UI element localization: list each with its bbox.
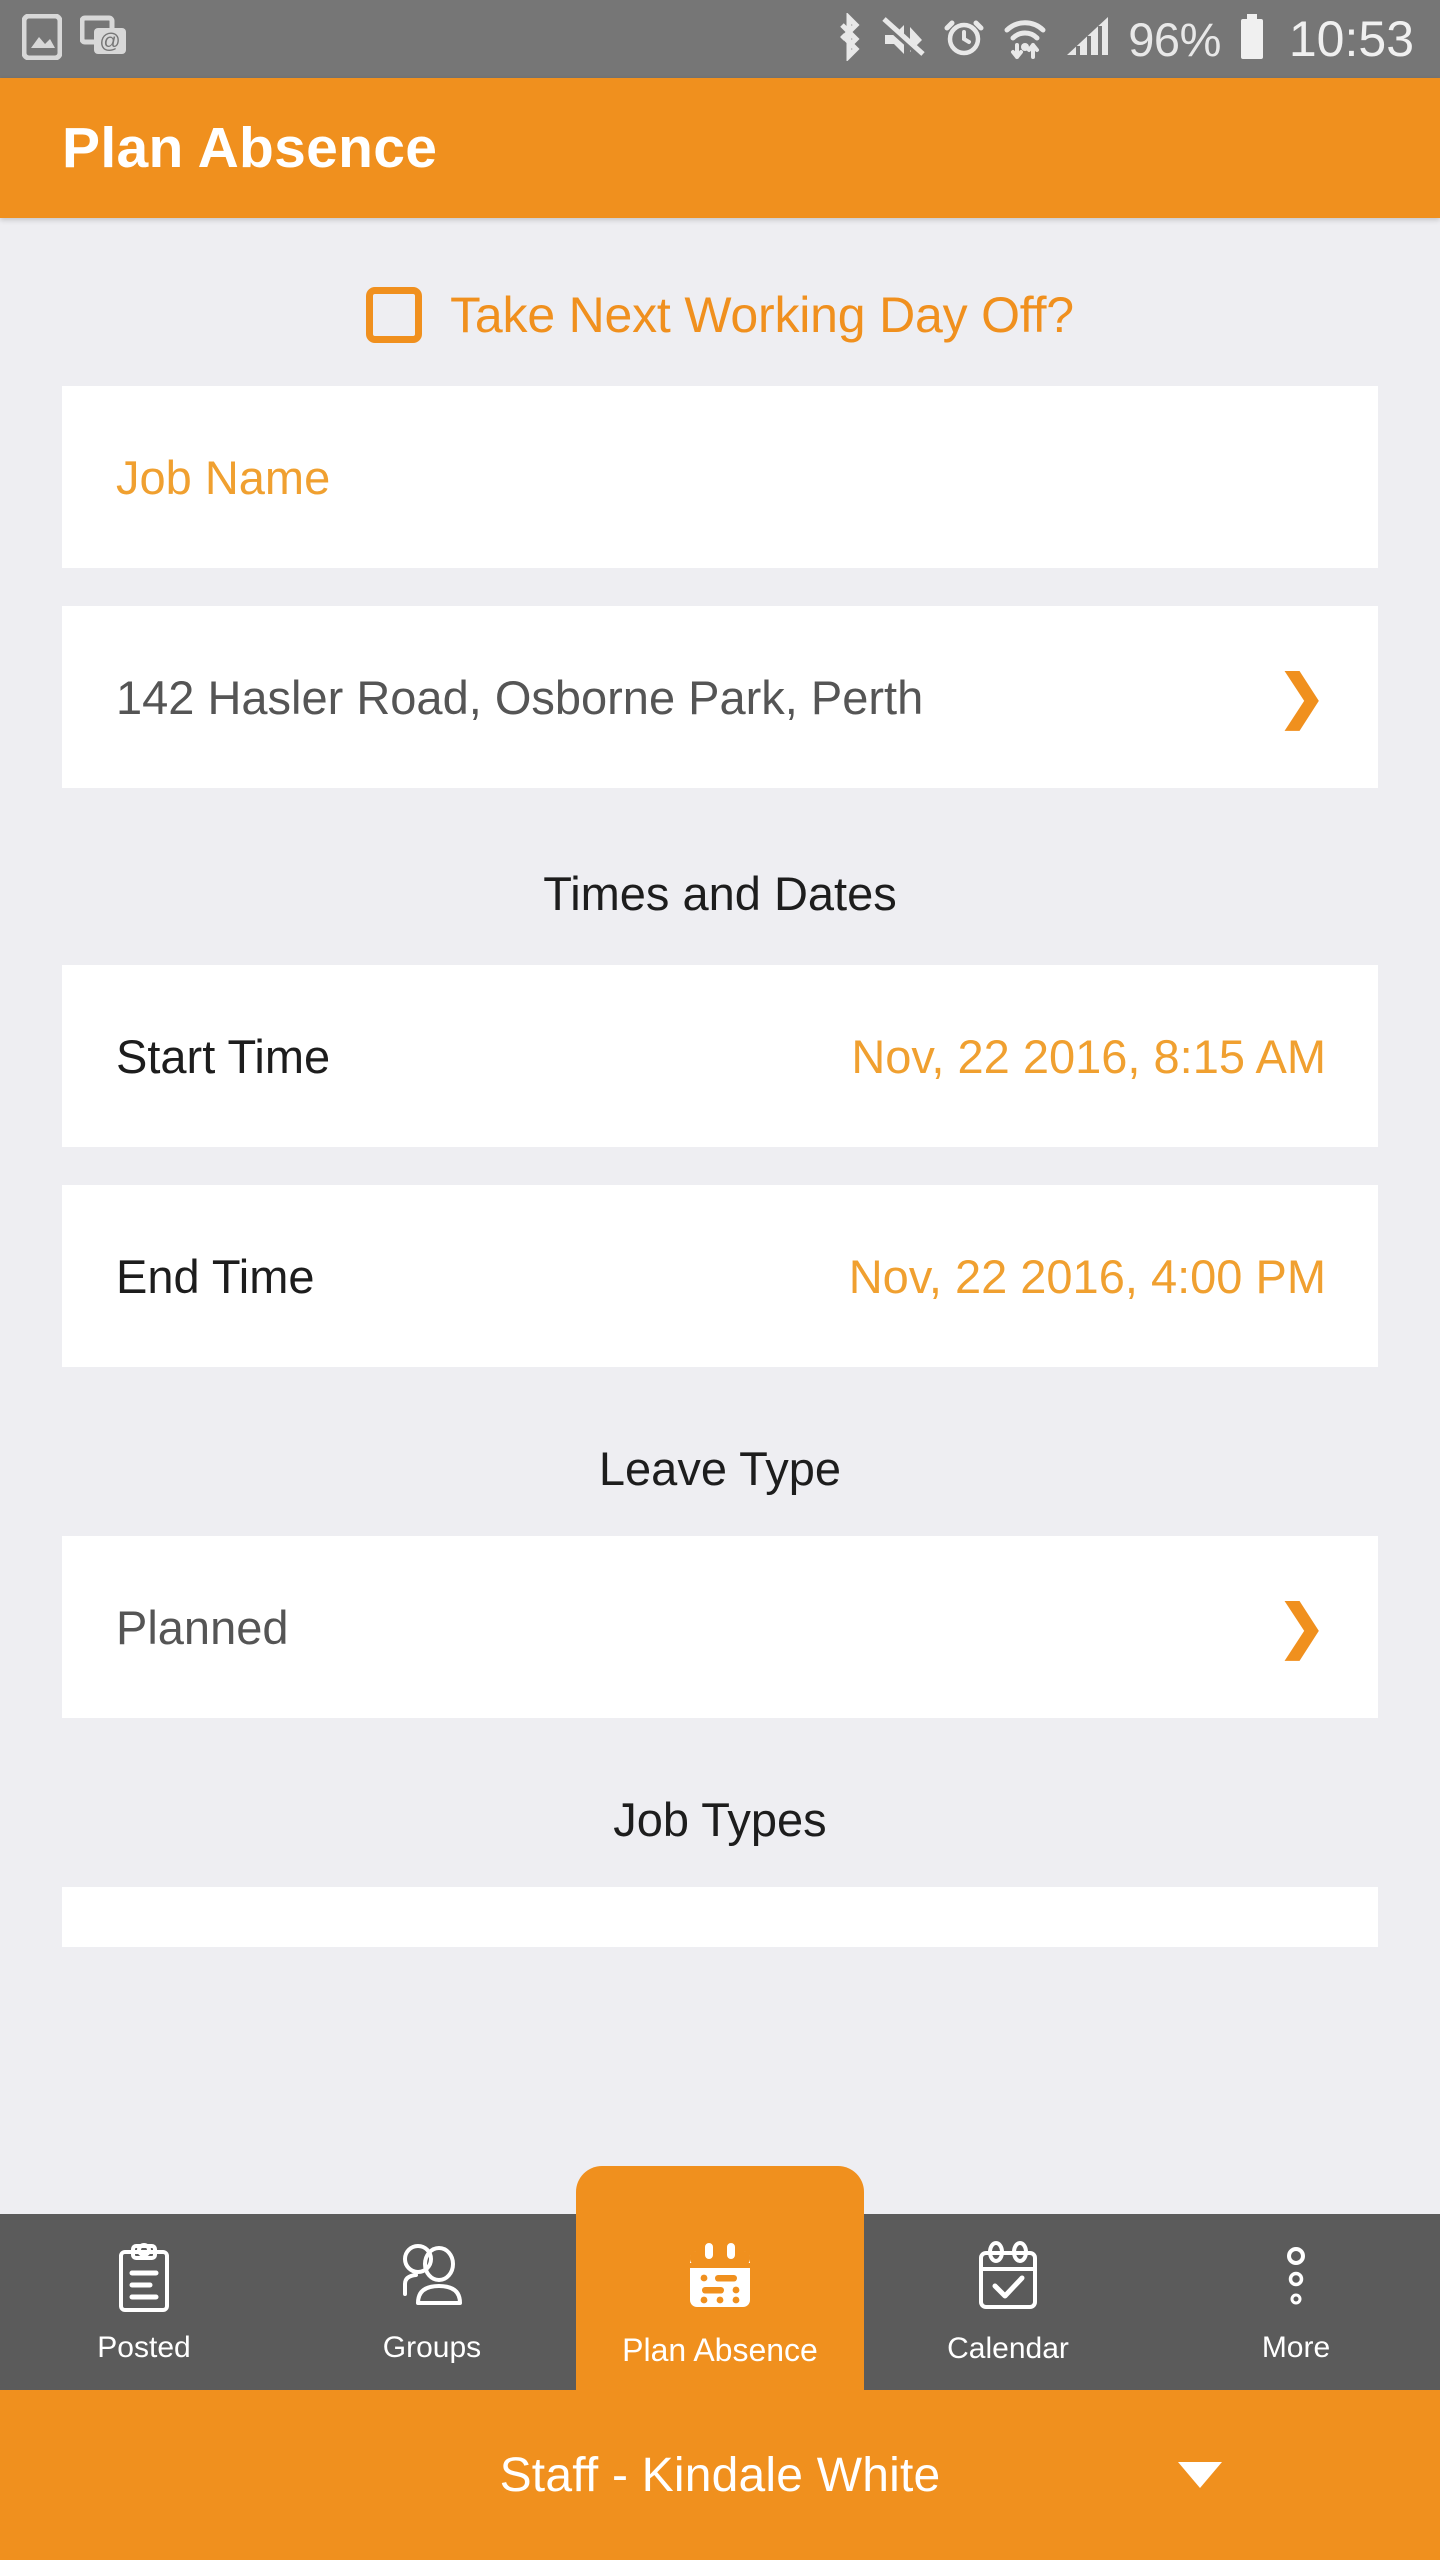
- calendar-plan-icon: [684, 2238, 756, 2320]
- end-time-value: Nov, 22 2016, 4:00 PM: [848, 1249, 1326, 1303]
- three-dots-icon: [1276, 2242, 1316, 2319]
- nav-label-groups: Groups: [382, 2330, 482, 2364]
- clock-label: 10:53: [1288, 11, 1414, 67]
- start-time-label: Start Time: [116, 1029, 331, 1083]
- email-card-icon: @: [79, 14, 128, 65]
- chevron-right-icon: ❯: [1277, 663, 1326, 729]
- chevron-right-icon: ❯: [1277, 1593, 1326, 1659]
- start-time-row[interactable]: Start Time Nov, 22 2016, 8:15 AM: [62, 965, 1378, 1147]
- times-and-dates-header: Times and Dates: [543, 867, 897, 920]
- start-time-value: Nov, 22 2016, 8:15 AM: [851, 1029, 1326, 1083]
- job-name-placeholder: Job Name: [116, 450, 331, 504]
- nav-item-plan-absence[interactable]: Plan Absence: [576, 2166, 864, 2390]
- take-next-working-day-off-row[interactable]: Take Next Working Day Off?: [0, 218, 1440, 386]
- status-bar: @ 96% 10:53: [0, 0, 1440, 78]
- form-content: Take Next Working Day Off? Job Name 142 …: [0, 218, 1440, 2560]
- leave-type-value: Planned: [116, 1600, 289, 1654]
- wifi-icon: [1002, 13, 1048, 66]
- take-next-working-day-off-label: Take Next Working Day Off?: [450, 287, 1074, 343]
- nav-item-calendar[interactable]: Calendar: [864, 2214, 1152, 2390]
- bottom-navigation-bar: Posted Groups Plan Absence Calendar More: [0, 2166, 1440, 2390]
- status-bar-right-icons: 96% 10:53: [834, 11, 1414, 67]
- people-group-icon: [392, 2242, 472, 2319]
- address-value: 142 Hasler Road, Osborne Park, Perth: [116, 670, 924, 724]
- alarm-clock-icon: [942, 14, 986, 65]
- address-row[interactable]: 142 Hasler Road, Osborne Park, Perth ❯: [62, 606, 1378, 788]
- chevron-down-icon[interactable]: [1178, 2462, 1222, 2488]
- nav-label-plan-absence: Plan Absence: [622, 2331, 818, 2368]
- nav-label-more: More: [1261, 2330, 1331, 2364]
- end-time-label: End Time: [116, 1249, 315, 1303]
- job-name-field[interactable]: Job Name: [62, 386, 1378, 568]
- calendar-check-icon: [974, 2240, 1042, 2320]
- staff-selector-bar[interactable]: Staff - Kindale White: [0, 2390, 1440, 2560]
- svg-text:@: @: [99, 30, 120, 53]
- app-screen: @ 96% 10:53 Plan Absence Take Next Worki…: [0, 0, 1440, 2560]
- job-types-card-partial[interactable]: [62, 1887, 1378, 1947]
- nav-item-groups[interactable]: Groups: [288, 2214, 576, 2390]
- cellular-signal-icon: [1064, 14, 1112, 65]
- page-title: Plan Absence: [62, 116, 438, 180]
- nav-item-posted[interactable]: Posted: [0, 2214, 288, 2390]
- screenshot-image-icon: [21, 13, 63, 65]
- bluetooth-icon: [834, 11, 864, 66]
- nav-label-calendar: Calendar: [947, 2331, 1069, 2365]
- take-next-working-day-off-checkbox[interactable]: [366, 287, 423, 343]
- staff-selector-label: Staff - Kindale White: [499, 2448, 941, 2502]
- nav-item-more[interactable]: More: [1152, 2214, 1440, 2390]
- volume-mute-icon: [880, 14, 926, 65]
- job-types-header: Job Types: [613, 1793, 827, 1846]
- leave-type-header: Leave Type: [598, 1442, 842, 1495]
- nav-label-posted: Posted: [97, 2330, 191, 2364]
- battery-icon: [1237, 12, 1267, 67]
- battery-percent-label: 96%: [1128, 12, 1221, 66]
- leave-type-row[interactable]: Planned ❯: [62, 1536, 1378, 1718]
- app-bar: Plan Absence: [0, 78, 1440, 218]
- status-bar-left-icons: @: [21, 13, 128, 65]
- end-time-row[interactable]: End Time Nov, 22 2016, 4:00 PM: [62, 1185, 1378, 1367]
- clipboard-icon: [113, 2242, 175, 2319]
